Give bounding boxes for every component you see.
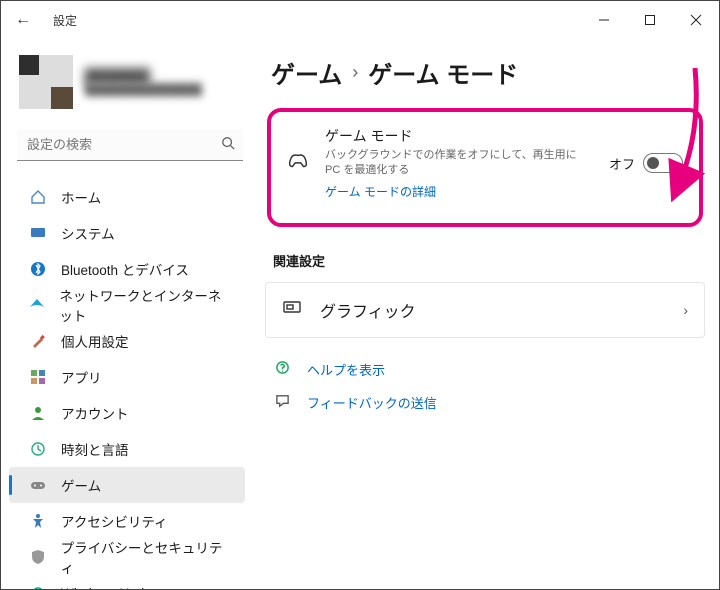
breadcrumb-parent[interactable]: ゲーム xyxy=(271,55,342,90)
sidebar-item-personalization[interactable]: 個人用設定 xyxy=(9,323,245,359)
toggle-state-label: オフ xyxy=(609,154,635,173)
sidebar-item-privacy[interactable]: プライバシーとセキュリティ xyxy=(9,539,245,575)
accessibility-icon xyxy=(29,512,47,530)
sidebar-item-label: 時刻と言語 xyxy=(61,439,129,459)
related-settings-heading: 関連設定 xyxy=(273,251,705,270)
graphics-icon xyxy=(282,297,302,322)
sidebar-item-label: ネットワークとインターネット xyxy=(59,285,231,325)
sidebar-item-time-language[interactable]: 時刻と言語 xyxy=(9,431,245,467)
search-input[interactable] xyxy=(17,129,243,161)
account-icon xyxy=(29,404,47,422)
apps-icon xyxy=(29,368,47,386)
profile-name: ██████ xyxy=(85,68,202,84)
search-icon xyxy=(221,136,235,153)
back-button[interactable]: ← xyxy=(15,11,35,29)
minimize-button[interactable] xyxy=(581,1,627,39)
graphics-label: グラフィック xyxy=(320,298,416,322)
sidebar-item-windows-update[interactable]: Windows Update xyxy=(9,575,245,589)
help-link-row[interactable]: ヘルプを表示 xyxy=(275,360,705,379)
feedback-link: フィードバックの送信 xyxy=(307,393,437,412)
sidebar-item-label: ホーム xyxy=(61,187,101,207)
sidebar-item-label: Windows Update xyxy=(61,586,163,590)
avatar xyxy=(19,55,73,109)
maximize-button[interactable] xyxy=(627,1,673,39)
game-mode-toggle[interactable] xyxy=(643,153,683,173)
sidebar-item-label: ゲーム xyxy=(61,475,101,495)
search-box xyxy=(17,129,243,161)
bluetooth-icon xyxy=(29,260,47,278)
close-button[interactable] xyxy=(673,1,719,39)
brush-icon xyxy=(29,332,47,350)
feedback-icon xyxy=(275,393,291,411)
card-title: ゲーム モード xyxy=(325,126,595,146)
chevron-right-icon: › xyxy=(683,302,688,318)
home-icon xyxy=(29,188,47,206)
shield-icon xyxy=(29,548,47,566)
sidebar-item-label: システム xyxy=(61,223,115,243)
game-mode-card: ゲーム モード バックグラウンドでの作業をオフにして、再生用に PC を最適化す… xyxy=(267,108,703,227)
card-description: バックグラウンドでの作業をオフにして、再生用に PC を最適化する xyxy=(325,148,595,179)
chevron-right-icon: › xyxy=(352,62,358,83)
feedback-link-row[interactable]: フィードバックの送信 xyxy=(275,393,705,412)
settings-window: ← 設定 ██████ ███████████████ xyxy=(0,0,720,590)
window-controls xyxy=(581,1,719,39)
game-icon xyxy=(29,476,47,494)
help-link: ヘルプを表示 xyxy=(307,360,385,379)
sidebar-item-label: アプリ xyxy=(61,367,102,387)
nav-list: ホーム システム Bluetooth とデバイス ネットワークとインターネット … xyxy=(1,179,259,589)
sidebar-item-accounts[interactable]: アカウント xyxy=(9,395,245,431)
breadcrumb: ゲーム › ゲーム モード xyxy=(271,55,705,90)
sidebar-item-gaming[interactable]: ゲーム xyxy=(9,467,245,503)
sidebar-item-label: アクセシビリティ xyxy=(61,511,168,531)
sidebar: ██████ ███████████████ ホーム システム xyxy=(1,39,259,589)
sidebar-item-system[interactable]: システム xyxy=(9,215,245,251)
sidebar-item-label: 個人用設定 xyxy=(61,331,129,351)
sidebar-item-apps[interactable]: アプリ xyxy=(9,359,245,395)
main-content: ゲーム › ゲーム モード ゲーム モード バックグラウンドでの作業をオフにして… xyxy=(259,39,719,589)
update-icon xyxy=(29,584,47,589)
help-icon xyxy=(275,360,291,378)
window-title: 設定 xyxy=(53,12,77,29)
sidebar-item-label: Bluetooth とデバイス xyxy=(61,259,189,279)
clock-globe-icon xyxy=(29,440,47,458)
wifi-icon xyxy=(29,296,45,314)
game-mode-icon xyxy=(287,150,311,177)
system-icon xyxy=(29,224,47,242)
sidebar-item-label: プライバシーとセキュリティ xyxy=(61,537,231,577)
sidebar-item-network[interactable]: ネットワークとインターネット xyxy=(9,287,245,323)
graphics-row[interactable]: グラフィック › xyxy=(265,282,705,338)
sidebar-item-accessibility[interactable]: アクセシビリティ xyxy=(9,503,245,539)
profile-block[interactable]: ██████ ███████████████ xyxy=(1,45,259,121)
profile-email: ███████████████ xyxy=(85,84,202,96)
sidebar-item-label: アカウント xyxy=(61,403,129,423)
game-mode-details-link[interactable]: ゲーム モードの詳細 xyxy=(325,183,436,200)
titlebar: ← 設定 xyxy=(1,1,719,39)
sidebar-item-home[interactable]: ホーム xyxy=(9,179,245,215)
page-title: ゲーム モード xyxy=(368,55,518,90)
sidebar-item-bluetooth[interactable]: Bluetooth とデバイス xyxy=(9,251,245,287)
